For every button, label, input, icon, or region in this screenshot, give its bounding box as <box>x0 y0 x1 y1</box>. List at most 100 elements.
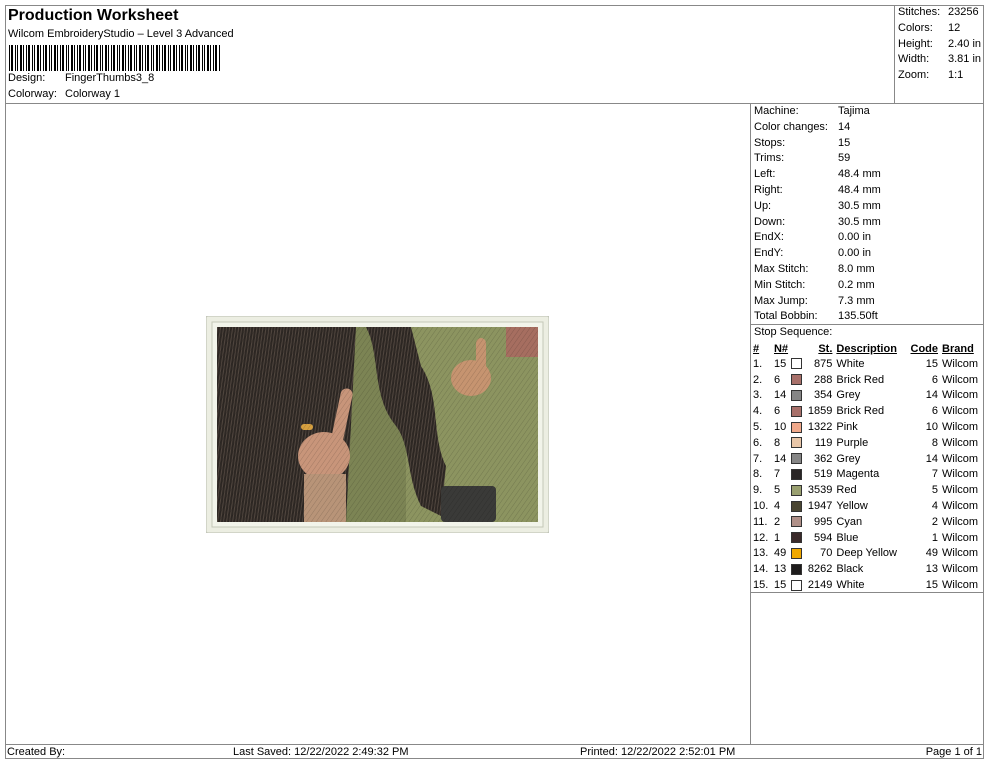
color-description: Grey <box>836 389 861 402</box>
stop-number: 7. <box>753 452 763 465</box>
machine-info-value: 48.4 mm <box>838 184 881 196</box>
table-row: 8. 7 519 Magenta 7 Wilcom <box>753 467 984 483</box>
col-code-header: Code <box>910 342 939 355</box>
color-description: Deep Yellow <box>836 547 897 560</box>
machine-info-row: Total Bobbin: 135.50ft <box>754 310 878 322</box>
width-value: 3.81 in <box>948 53 982 65</box>
color-code: 5 <box>931 484 939 497</box>
machine-info-value: 59 <box>838 152 851 165</box>
machine-info-label: Min Stitch: <box>754 278 806 291</box>
machine-info-row: Stops: 15 <box>754 137 850 149</box>
stitch-count: 594 <box>814 531 833 544</box>
width-label: Width: <box>898 53 930 65</box>
machine-info-label: Right: <box>754 184 783 196</box>
color-swatch <box>791 577 805 593</box>
thread-color-swatch <box>791 500 803 512</box>
stitch-count: 288 <box>814 373 833 386</box>
color-code: 13 <box>925 563 939 576</box>
thread-brand: Wilcom <box>942 468 979 481</box>
stitch-count: 875 <box>814 357 833 370</box>
table-row: 12. 1 594 Blue 1 Wilcom <box>753 530 984 546</box>
machine-info-row: Trims: 59 <box>754 152 850 164</box>
color-code: 10 <box>925 421 939 434</box>
color-description: Red <box>836 484 857 497</box>
height-label: Height: <box>898 38 933 50</box>
colors-row: Colors: 12 <box>898 22 960 34</box>
color-description: Brick Red <box>836 373 885 386</box>
width-row: Width: 3.81 in <box>898 53 981 65</box>
stitches-label: Stitches: <box>898 6 941 18</box>
color-description: Brick Red <box>836 405 885 418</box>
created-by: Created By: <box>7 746 66 758</box>
table-row: 5. 10 1322 Pink 10 Wilcom <box>753 419 984 435</box>
stop-number: 2. <box>753 373 763 386</box>
thread-color-swatch <box>791 374 803 386</box>
color-swatch <box>791 388 805 404</box>
stitches-value: 23256 <box>948 6 979 18</box>
thread-brand: Wilcom <box>942 373 979 386</box>
stop-number: 13. <box>753 547 769 560</box>
stop-sequence-table: # N# St. Description Code Brand 1. 15 875 W… <box>751 341 984 593</box>
needle-number: 15 <box>773 357 787 370</box>
embroidery-patch-image <box>206 316 549 533</box>
color-code: 4 <box>931 500 939 513</box>
color-code: 15 <box>925 357 939 370</box>
design-value: FingerThumbs3_8 <box>65 72 155 84</box>
col-swatch-header <box>791 341 805 356</box>
zoom-value: 1:1 <box>948 69 964 81</box>
table-row: 9. 5 3539 Red 5 Wilcom <box>753 482 984 498</box>
stop-number: 11. <box>753 515 768 528</box>
machine-info-value: 0.2 mm <box>838 278 875 291</box>
color-swatch <box>791 372 805 388</box>
machine-info-label: Max Stitch: <box>754 263 809 275</box>
table-row: 13. 49 70 Deep Yellow 49 Wilcom <box>753 546 984 562</box>
stop-number: 1. <box>753 357 763 370</box>
software-subtitle: Wilcom EmbroideryStudio – Level 3 Advanc… <box>8 28 234 40</box>
thread-color-swatch <box>791 358 803 370</box>
machine-info-value: 0.00 in <box>838 231 872 244</box>
machine-info-value: 14 <box>838 120 851 133</box>
color-description: Grey <box>836 452 861 465</box>
machine-info-row: EndY: 0.00 in <box>754 247 871 259</box>
thread-color-swatch <box>791 484 803 496</box>
col-brand-header: Brand <box>942 342 974 355</box>
machine-info-row: Down: 30.5 mm <box>754 216 881 228</box>
thread-brand: Wilcom <box>942 531 979 544</box>
zoom-label: Zoom: <box>898 69 930 81</box>
stitch-count: 1947 <box>807 500 833 513</box>
stitch-count: 995 <box>814 515 833 528</box>
stop-sequence-label: Stop Sequence: <box>754 326 833 338</box>
color-description: Cyan <box>836 515 863 528</box>
needle-number: 7 <box>773 468 781 481</box>
color-description: Magenta <box>836 468 880 481</box>
page-number: Page 1 of 1 <box>925 746 982 758</box>
machine-info-row: Color changes: 14 <box>754 121 850 133</box>
stop-number: 3. <box>753 389 763 402</box>
machine-info-row: Min Stitch: 0.2 mm <box>754 279 875 291</box>
machine-info-value: 48.4 mm <box>838 168 881 181</box>
stitch-count: 2149 <box>807 579 833 592</box>
machine-info-value: 30.5 mm <box>838 215 881 228</box>
machine-info-row: Machine: Tajima <box>754 105 870 117</box>
stitch-count: 1859 <box>807 405 833 418</box>
machine-info-value: 135.50ft <box>838 310 878 323</box>
thread-brand: Wilcom <box>942 579 979 592</box>
machine-info-row: Right: 48.4 mm <box>754 184 881 196</box>
printed-date: Printed: 12/22/2022 2:52:01 PM <box>580 746 736 758</box>
table-row: 6. 8 119 Purple 8 Wilcom <box>753 435 984 451</box>
machine-info-value: Tajima <box>838 105 870 117</box>
needle-number: 49 <box>773 547 787 560</box>
machine-info-label: Color changes: <box>754 120 828 133</box>
stop-number: 9. <box>753 484 763 497</box>
color-code: 49 <box>925 547 939 560</box>
design-preview-area <box>5 104 751 744</box>
color-swatch <box>791 514 805 530</box>
needle-number: 5 <box>773 484 781 497</box>
needle-number: 6 <box>773 373 781 386</box>
stop-number: 15. <box>753 579 769 592</box>
stitch-count: 8262 <box>807 563 833 576</box>
thread-brand: Wilcom <box>942 452 979 465</box>
machine-info-label: Up: <box>754 199 772 212</box>
needle-number: 10 <box>773 421 787 434</box>
machine-info-label: EndX: <box>754 231 784 244</box>
